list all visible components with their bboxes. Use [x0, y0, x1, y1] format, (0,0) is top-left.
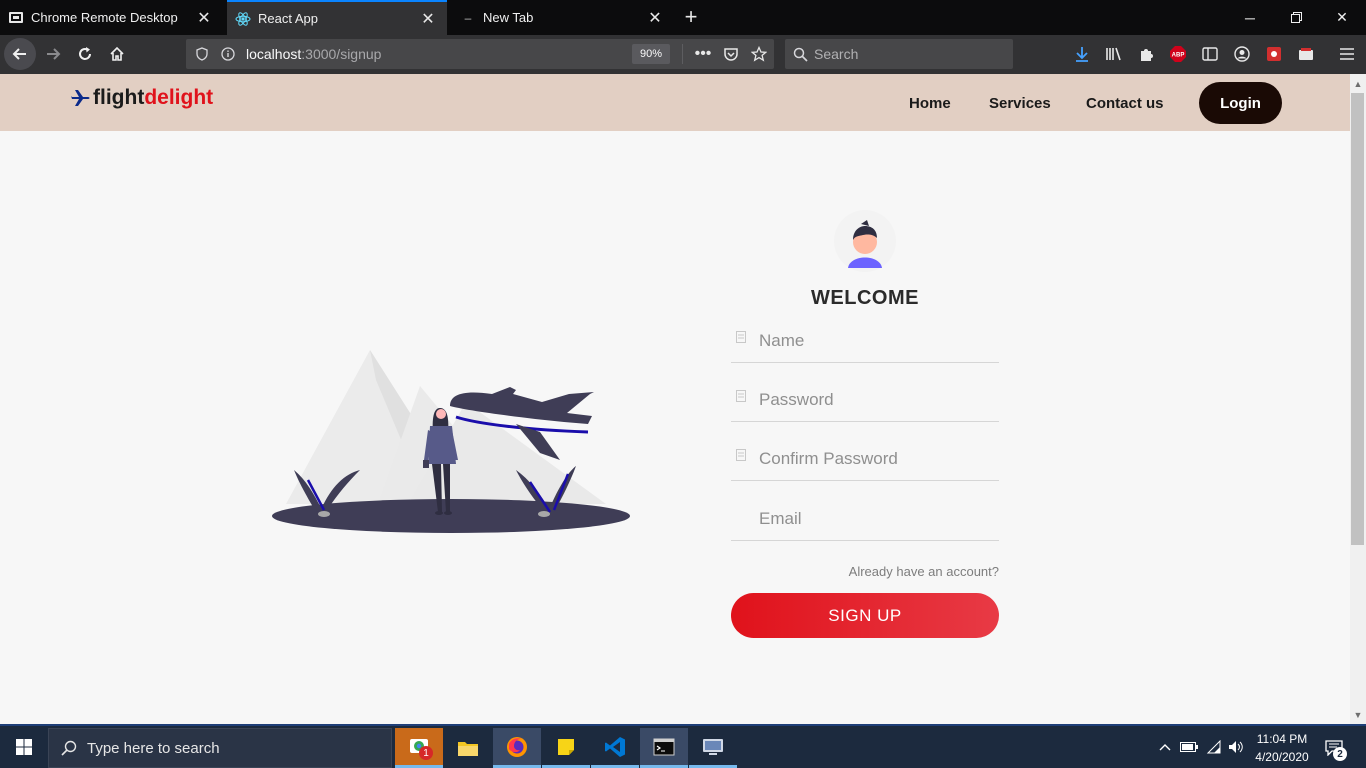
taskbar-sticky-notes[interactable] [542, 728, 590, 768]
taskbar-chrome-remote-desktop[interactable] [395, 728, 443, 768]
search-bar[interactable]: Search [785, 39, 1013, 69]
menu-icon[interactable] [1335, 42, 1359, 66]
chevron-up-icon[interactable] [1156, 738, 1174, 756]
windows-start-button[interactable] [0, 726, 48, 768]
pocket-icon[interactable] [719, 42, 743, 66]
name-input[interactable] [759, 326, 995, 356]
nav-home[interactable]: Home [909, 95, 951, 112]
svg-text:ABP: ABP [1172, 53, 1185, 59]
react-icon [235, 11, 251, 27]
remote-desktop-icon [8, 10, 24, 26]
search-placeholder: Search [814, 46, 859, 62]
notification-count: 2 [1333, 747, 1347, 761]
reload-button[interactable] [69, 38, 101, 70]
account-icon[interactable] [1230, 42, 1254, 66]
search-icon [61, 740, 77, 756]
scrollbar-thumb[interactable] [1351, 93, 1364, 545]
info-icon[interactable] [218, 44, 238, 64]
taskbar-firefox[interactable] [493, 728, 541, 768]
taskbar-vscode[interactable] [591, 728, 639, 768]
wifi-icon[interactable] [1205, 738, 1223, 756]
shield-icon[interactable] [192, 44, 212, 64]
battery-icon[interactable] [1180, 738, 1198, 756]
zoom-badge[interactable]: 90% [632, 44, 670, 64]
close-icon[interactable]: ✕ [417, 8, 439, 30]
minimize-button[interactable]: ─ [1227, 0, 1273, 35]
tab-react-app[interactable]: React App ✕ [227, 0, 447, 35]
email-field [731, 500, 999, 541]
name-field [731, 322, 999, 363]
site-logo[interactable]: flight delight [71, 86, 213, 110]
field-icon [736, 389, 746, 402]
travel-illustration [268, 322, 636, 534]
taskbar-search-box[interactable]: Type here to search [48, 728, 392, 768]
extensions-icon[interactable] [1134, 42, 1158, 66]
divider [682, 44, 683, 64]
close-icon[interactable]: ✕ [644, 7, 666, 29]
extension-red-icon[interactable] [1262, 42, 1286, 66]
notification-badge: 1 [419, 746, 433, 760]
url-bar[interactable]: localhost:3000/signup [186, 39, 774, 69]
dash-icon: – [464, 10, 472, 25]
confirm-password-field [731, 440, 999, 481]
extension-box-icon[interactable] [1294, 42, 1318, 66]
password-input[interactable] [759, 385, 995, 415]
back-button[interactable] [4, 38, 36, 70]
clock-time: 11:04 PM [1256, 732, 1308, 746]
restore-button[interactable] [1273, 0, 1319, 35]
airplane-icon [71, 88, 91, 108]
tab-title: Chrome Remote Desktop [31, 10, 178, 25]
password-field [731, 381, 999, 422]
url-path: :3000/signup [301, 46, 382, 62]
tab-title: React App [258, 11, 318, 26]
url-text: localhost:3000/signup [246, 46, 381, 62]
close-window-button[interactable]: ✕ [1319, 0, 1365, 35]
logo-part2: delight [144, 86, 214, 109]
new-tab-button[interactable]: + [677, 3, 705, 31]
library-icon[interactable] [1102, 42, 1126, 66]
adblock-icon[interactable]: ABP [1166, 42, 1190, 66]
download-icon[interactable] [1070, 42, 1094, 66]
taskbar-remote-app[interactable] [689, 728, 737, 768]
taskbar-file-explorer[interactable] [444, 728, 492, 768]
scroll-down-icon[interactable]: ▼ [1350, 706, 1366, 724]
taskbar-command-prompt[interactable] [640, 728, 688, 768]
scroll-up-icon[interactable]: ▲ [1350, 75, 1366, 93]
taskbar-search-placeholder: Type here to search [87, 739, 220, 757]
browser-tab-bar: Chrome Remote Desktop ✕ React App ✕ – Ne… [0, 0, 1366, 35]
web-page: flight delight Home Services Contact us L… [0, 74, 1350, 724]
clock-date: 4/20/2020 [1255, 750, 1309, 764]
volume-icon[interactable] [1227, 738, 1245, 756]
tab-new-tab[interactable]: – New Tab ✕ [452, 0, 674, 35]
windows-taskbar: Type here to search 1 11:04 PM 4/20/2020… [0, 724, 1366, 768]
field-icon [736, 448, 746, 461]
signup-button[interactable]: SIGN UP [731, 593, 999, 638]
login-button[interactable]: Login [1199, 82, 1282, 124]
email-input[interactable] [759, 504, 995, 534]
system-clock[interactable]: 11:04 PM 4/20/2020 [1250, 730, 1314, 766]
reader-view-icon[interactable] [1198, 42, 1222, 66]
field-icon [736, 330, 746, 343]
bookmark-star-icon[interactable] [747, 42, 771, 66]
site-header: flight delight Home Services Contact us L… [0, 74, 1350, 131]
home-button[interactable] [101, 38, 133, 70]
nav-services[interactable]: Services [989, 95, 1051, 112]
confirm-password-input[interactable] [759, 444, 995, 474]
nav-contact-us[interactable]: Contact us [1086, 95, 1164, 112]
more-actions-icon[interactable]: ••• [691, 42, 715, 66]
welcome-heading: WELCOME [811, 287, 919, 309]
avatar [834, 210, 896, 272]
forward-button[interactable] [37, 38, 69, 70]
url-host: localhost [246, 46, 302, 62]
close-icon[interactable]: ✕ [193, 7, 215, 29]
logo-part1: flight [93, 86, 145, 109]
tab-chrome-remote-desktop[interactable]: Chrome Remote Desktop ✕ [0, 0, 223, 35]
search-icon [793, 47, 808, 62]
already-have-account-link[interactable]: Already have an account? [731, 564, 999, 579]
tab-title: New Tab [483, 10, 534, 25]
